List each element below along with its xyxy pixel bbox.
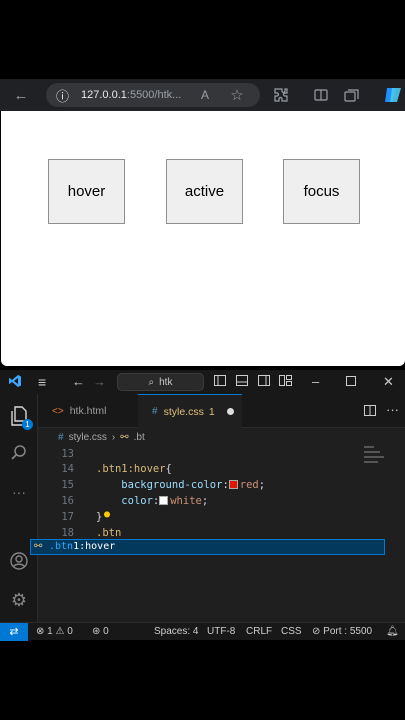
breadcrumb: # style.css › ⚯ .bt xyxy=(38,428,150,446)
collections-icon[interactable] xyxy=(338,82,364,108)
forward-arrow-icon[interactable]: → xyxy=(93,374,106,390)
tab-style-css[interactable]: # style.css 1 xyxy=(138,394,242,428)
tab-htk-html[interactable]: <> htk.html xyxy=(38,394,138,428)
unsaved-dot-icon[interactable] xyxy=(226,408,234,415)
css-file-icon: # xyxy=(152,406,158,417)
customize-layout-icon[interactable] xyxy=(279,374,292,390)
broadcast-icon: ⊛ xyxy=(92,626,101,637)
back-arrow-icon[interactable]: ← xyxy=(72,374,85,390)
command-center-search[interactable]: ⌕ htk xyxy=(117,373,204,391)
remote-indicator-icon[interactable]: ⇄ xyxy=(0,623,28,641)
problems-status[interactable]: ⊗ 1 ⚠ 0 xyxy=(36,625,73,639)
explorer-badge: 1 xyxy=(22,419,33,430)
ports-status[interactable]: ⊛ 0 xyxy=(92,625,109,639)
active-button[interactable]: active xyxy=(166,159,243,224)
extensions-icon[interactable] xyxy=(268,82,294,108)
code-editor[interactable]: 13 14 .btn1:hover{ 15 background-color: re… xyxy=(38,446,405,622)
minimize-icon[interactable]: – xyxy=(312,374,319,390)
live-server-status[interactable]: ⊘ Port : 5500 xyxy=(312,625,372,639)
html-file-icon: <> xyxy=(52,405,64,417)
back-icon[interactable]: ← xyxy=(8,82,34,108)
activity-bar: 1 ··· ⚙ xyxy=(0,394,38,622)
search-icon: ⌕ xyxy=(148,376,155,388)
symbol-icon: ⚯ xyxy=(34,541,43,552)
focus-button[interactable]: focus xyxy=(283,159,360,224)
toggle-secondary-sidebar-icon[interactable] xyxy=(258,374,270,390)
more-icon[interactable]: ··· xyxy=(9,482,29,502)
browser-toolbar: ← ⓘ 127.0.0.1:5500/htk... A ☆ xyxy=(0,79,405,111)
eol-status[interactable]: CRLF xyxy=(246,625,272,639)
minimap[interactable] xyxy=(364,446,390,476)
code-line: 14 .btn1:hover{ xyxy=(61,463,172,475)
warning-icon: ⚠ xyxy=(55,626,65,637)
menu-icon[interactable]: ≡ xyxy=(38,374,46,390)
toggle-sidebar-icon[interactable] xyxy=(214,374,226,390)
title-bar: ≡ ← → ⌕ htk – ✕ xyxy=(0,370,405,394)
code-line: 15 background-color: red; xyxy=(61,479,266,491)
color-swatch-white[interactable] xyxy=(159,496,169,505)
vscode-logo-icon xyxy=(8,374,22,392)
close-icon[interactable]: ✕ xyxy=(383,374,394,390)
autocomplete-suggestion[interactable]: ⚯ .btn1:hover xyxy=(30,539,385,555)
split-screen-icon[interactable] xyxy=(308,82,334,108)
site-info-icon[interactable]: ⓘ xyxy=(56,86,69,105)
breadcrumb-symbol[interactable]: .bt xyxy=(134,432,145,443)
split-editor-icon[interactable] xyxy=(364,404,376,420)
error-icon: ⊗ xyxy=(36,626,45,637)
language-status[interactable]: CSS xyxy=(281,625,302,639)
breadcrumb-file[interactable]: style.css xyxy=(69,432,107,443)
editor-tabs: <> htk.html # style.css 1 ··· xyxy=(38,394,405,428)
maximize-icon[interactable] xyxy=(346,374,356,390)
status-bar: ⇄ ⊗ 1 ⚠ 0 ⊛ 0 Spaces: 4 UTF-8 CRLF CSS ⊘… xyxy=(0,622,405,641)
url-text: 127.0.0.1:5500/htk... xyxy=(81,89,182,101)
hover-button[interactable]: hover xyxy=(48,159,125,224)
account-icon[interactable] xyxy=(9,552,29,572)
settings-gear-icon[interactable]: ⚙ xyxy=(9,590,29,610)
encoding-status[interactable]: UTF-8 xyxy=(207,625,235,639)
toggle-panel-icon[interactable] xyxy=(236,374,248,390)
code-line: 16 color: white; xyxy=(61,495,209,507)
search-icon[interactable] xyxy=(9,444,29,464)
favorite-icon[interactable]: ☆ xyxy=(224,82,250,108)
color-swatch-red[interactable] xyxy=(228,480,238,489)
problem-count: 1 xyxy=(208,405,215,418)
read-aloud-icon[interactable]: A xyxy=(192,82,218,108)
browser-viewport: hover active focus xyxy=(1,111,405,366)
copilot-icon[interactable] xyxy=(380,82,405,108)
symbol-icon: ⚯ xyxy=(120,431,129,443)
code-line: 17} ● xyxy=(61,507,111,523)
css-file-icon: # xyxy=(58,431,64,443)
more-actions-icon[interactable]: ··· xyxy=(386,402,399,418)
notifications-bell-icon[interactable]: 🔔︎ xyxy=(386,625,399,639)
code-line: 13 xyxy=(61,448,74,460)
indentation-status[interactable]: Spaces: 4 xyxy=(154,625,198,639)
no-entry-icon: ⊘ xyxy=(312,626,321,637)
vscode-window: ≡ ← → ⌕ htk – ✕ 1 ··· ⚙ <> htk.html # st… xyxy=(0,370,405,641)
lightbulb-icon[interactable]: ● xyxy=(104,507,110,523)
chevron-right-icon: › xyxy=(111,431,116,443)
